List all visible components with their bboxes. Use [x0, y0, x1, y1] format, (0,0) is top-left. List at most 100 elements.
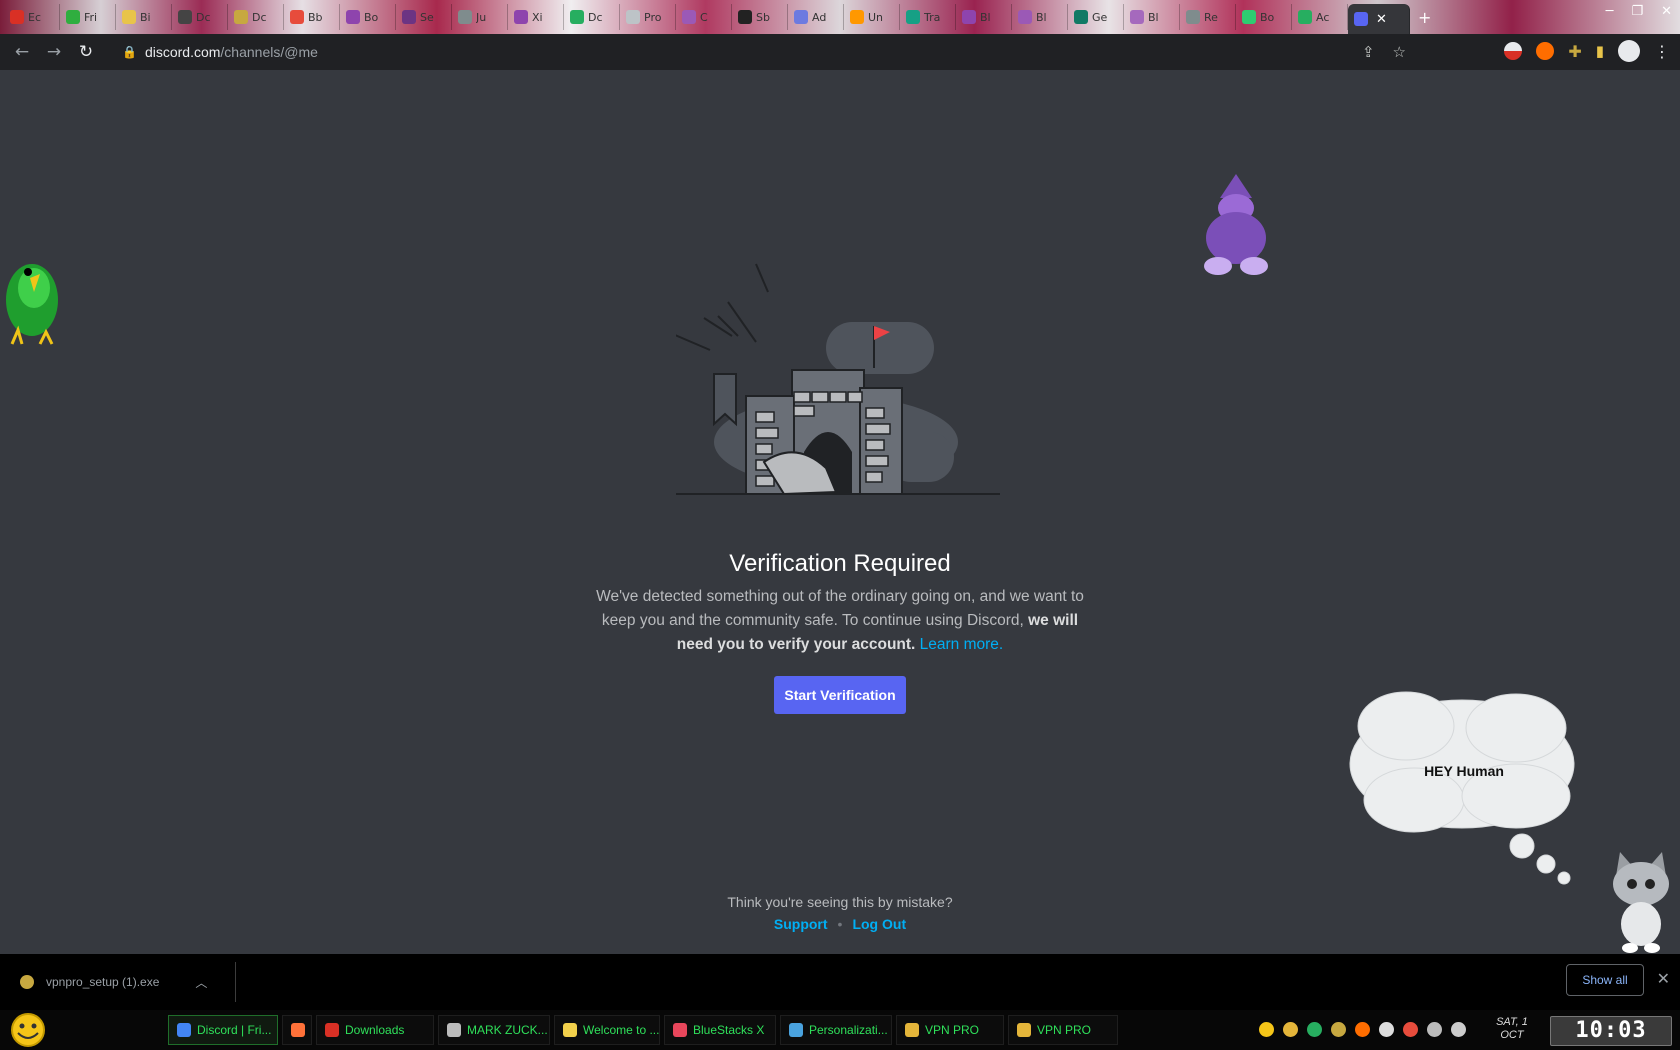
download-file-icon: [20, 975, 34, 989]
chevron-up-icon[interactable]: ︿: [195, 974, 207, 991]
browser-tab[interactable]: Re: [1180, 4, 1236, 30]
tab-favicon-icon: [1186, 10, 1200, 24]
tab-favicon-icon: [402, 10, 416, 24]
browser-tab[interactable]: Ad: [788, 4, 844, 30]
tab-favicon-icon: [514, 10, 528, 24]
downloads-bar: vpnpro_setup (1).exe ︿ Show all ✕: [0, 954, 1680, 1010]
browser-tab[interactable]: Bo: [1236, 4, 1292, 30]
tray-info-icon[interactable]: [1379, 1022, 1394, 1037]
browser-tab[interactable]: Dc: [228, 4, 284, 30]
browser-tab[interactable]: Bi: [116, 4, 172, 30]
browser-tab[interactable]: Un: [844, 4, 900, 30]
tab-discord-active[interactable]: ✕: [1348, 4, 1410, 34]
new-tab-button[interactable]: +: [1418, 8, 1431, 27]
date-day: SAT, 1: [1496, 1016, 1528, 1028]
extension-icons: ✚ ▮ ⋮: [1504, 40, 1670, 62]
browser-tab[interactable]: C: [676, 4, 732, 30]
lock-icon[interactable]: 🔒: [122, 45, 137, 59]
browser-tab[interactable]: Fri: [60, 4, 116, 30]
show-all-downloads-button[interactable]: Show all: [1566, 964, 1644, 996]
browser-tab[interactable]: Ge: [1068, 4, 1124, 30]
tab-favicon-icon: [794, 10, 808, 24]
taskbar-app-icon: [291, 1023, 305, 1037]
taskbar-button-label: Discord | Fri...: [197, 1023, 272, 1037]
browser-tab[interactable]: Tra: [900, 4, 956, 30]
browser-tab[interactable]: Ec: [4, 4, 60, 30]
tab-label: Sb: [756, 10, 770, 24]
browser-tab[interactable]: Pro: [620, 4, 676, 30]
share-icon[interactable]: ⇪: [1362, 43, 1375, 61]
extensions-puzzle-icon[interactable]: ✚: [1568, 42, 1581, 61]
tab-list: Ec Fri Bi Dc Dc Bb Bo Se Ju Xi Dc Pro C Sb Ad Un Tra Bl Bl…: [4, 4, 1348, 30]
taskbar-button-label: VPN PRO: [1037, 1023, 1092, 1037]
close-window-icon[interactable]: ✕: [1661, 4, 1672, 19]
close-downloads-icon[interactable]: ✕: [1657, 969, 1670, 988]
tab-label: Bo: [364, 10, 379, 24]
taskbar-button[interactable]: MARK ZUCK...: [438, 1015, 550, 1045]
taskbar-button[interactable]: Discord | Fri...: [168, 1015, 278, 1045]
tab-label: Pro: [644, 10, 662, 24]
browser-tab[interactable]: Se: [396, 4, 452, 30]
taskbar-button[interactable]: Downloads: [316, 1015, 434, 1045]
taskbar-button[interactable]: VPN PRO: [1008, 1015, 1118, 1045]
tray-search-icon[interactable]: [1355, 1022, 1370, 1037]
side-panel-icon[interactable]: ▮: [1596, 42, 1604, 60]
tray-flag-icon[interactable]: [1403, 1022, 1418, 1037]
taskbar-app-icon: [789, 1023, 803, 1037]
learn-more-link[interactable]: Learn more.: [920, 636, 1004, 653]
extension-flag-icon[interactable]: [1504, 42, 1523, 60]
tab-favicon-icon: [290, 10, 304, 24]
close-tab-icon[interactable]: ✕: [1376, 12, 1387, 27]
taskbar-clock[interactable]: 10:03: [1550, 1016, 1672, 1046]
taskbar-date[interactable]: SAT, 1 OCT: [1480, 1016, 1544, 1042]
url-host: discord.com: [144, 44, 221, 60]
taskbar-app-icon: [905, 1023, 919, 1037]
start-smiley-icon[interactable]: [8, 1012, 48, 1048]
tab-favicon-icon: [962, 10, 976, 24]
browser-tab[interactable]: Bo: [340, 4, 396, 30]
forward-icon[interactable]: →: [38, 42, 70, 62]
tray-volume-icon[interactable]: [1451, 1022, 1466, 1037]
download-item[interactable]: vpnpro_setup (1).exe ︿: [0, 962, 236, 1002]
taskbar-button[interactable]: Welcome to ...: [554, 1015, 660, 1045]
browser-tab[interactable]: Bl: [956, 4, 1012, 30]
tray-vpn-icon[interactable]: [1283, 1022, 1298, 1037]
browser-tab[interactable]: Bl: [1012, 4, 1068, 30]
browser-tab[interactable]: Xi: [508, 4, 564, 30]
tab-favicon-icon: [850, 10, 864, 24]
url-path: /channels/@me: [220, 44, 318, 60]
tab-label: Xi: [532, 10, 543, 24]
address-bar[interactable]: 🔒 discord.com /channels/@me ⇪ ☆: [114, 38, 1406, 66]
bookmark-star-icon[interactable]: ☆: [1393, 43, 1406, 61]
tab-favicon-icon: [626, 10, 640, 24]
tray-pet-icon[interactable]: [1331, 1022, 1346, 1037]
minimize-icon[interactable]: ─: [1606, 4, 1614, 19]
tab-favicon-icon: [66, 10, 80, 24]
restore-icon[interactable]: ❐: [1631, 4, 1643, 19]
taskbar-button[interactable]: BlueStacks X: [664, 1015, 776, 1045]
browser-tab-strip: Ec Fri Bi Dc Dc Bb Bo Se Ju Xi Dc Pro C Sb Ad Un Tra Bl Bl…: [0, 0, 1680, 34]
tab-favicon-icon: [738, 10, 752, 24]
start-verification-button[interactable]: Start Verification: [774, 676, 906, 714]
tray-network-icon[interactable]: [1427, 1022, 1442, 1037]
extension-fire-icon[interactable]: [1536, 42, 1555, 60]
menu-kebab-icon[interactable]: ⋮: [1654, 42, 1670, 61]
back-icon[interactable]: ←: [6, 42, 38, 62]
taskbar-button[interactable]: Personalizati...: [780, 1015, 892, 1045]
support-link[interactable]: Support: [774, 916, 828, 932]
browser-tab[interactable]: Dc: [564, 4, 620, 30]
profile-avatar-icon[interactable]: [1618, 40, 1640, 62]
taskbar-button[interactable]: [282, 1015, 312, 1045]
browser-tab[interactable]: Ju: [452, 4, 508, 30]
taskbar-button[interactable]: VPN PRO: [896, 1015, 1004, 1045]
browser-tab[interactable]: Bl: [1124, 4, 1180, 30]
reload-icon[interactable]: ↻: [70, 42, 102, 62]
browser-tab[interactable]: Bb: [284, 4, 340, 30]
tray-smiley-icon[interactable]: [1259, 1022, 1274, 1037]
verification-description: We've detected something out of the ordi…: [590, 585, 1090, 657]
tray-app-icon[interactable]: [1307, 1022, 1322, 1037]
browser-tab[interactable]: Sb: [732, 4, 788, 30]
browser-tab[interactable]: Dc: [172, 4, 228, 30]
browser-tab[interactable]: Ac: [1292, 4, 1348, 30]
logout-link[interactable]: Log Out: [852, 916, 906, 932]
